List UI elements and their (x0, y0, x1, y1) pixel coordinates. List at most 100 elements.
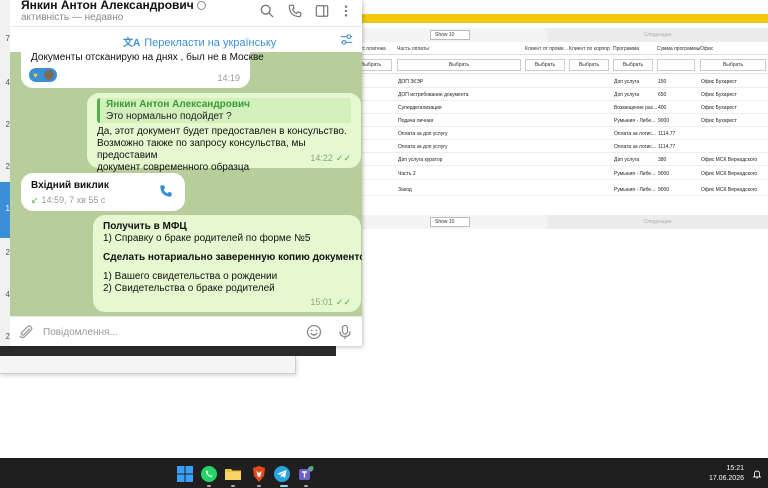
next-page-button[interactable]: Следующая (547, 215, 768, 229)
chat-list-item[interactable]: 4 (0, 290, 10, 299)
message-time-row: 14:22 ✓✓ (310, 152, 351, 164)
cell-program: Румыния - Либе... (614, 171, 656, 177)
running-indicator (207, 485, 211, 487)
sidebar-toggle-icon[interactable] (315, 4, 329, 18)
message-text: Документы отсканирую на днях , был не в … (31, 52, 264, 63)
table-row[interactable]: Часть 2 Румыния - Либе... 9000 Офис МСК … (360, 167, 768, 180)
table-row[interactable]: Оплата за доп услугу Оплата за логис... … (360, 140, 768, 153)
heart-reaction-icon: ♥ (33, 71, 38, 80)
column-header[interactable]: ус платежа (360, 46, 386, 52)
contact-name: Янкин Антон Александрович (21, 0, 194, 12)
outgoing-message[interactable]: Янкин Антон Александрович Это нормально … (87, 93, 361, 173)
table-row[interactable]: Оплата за доп услугу Оплата за логис... … (360, 127, 768, 140)
chat-list-item[interactable]: 2 (0, 248, 10, 257)
brave-browser-icon[interactable] (250, 465, 268, 483)
table-header-row: ус платежа Часть оплаты Клиент от проме.… (360, 43, 768, 55)
notification-bell-icon[interactable] (752, 469, 762, 479)
cell-payment-part: Часть 2 (398, 171, 416, 177)
call-details: 14:59, 7 хв 55 с (41, 195, 106, 205)
filter-select[interactable]: Выбрать (700, 59, 766, 71)
incoming-message[interactable]: Документы отсканирую на днях , был не в … (21, 52, 264, 88)
chat-list-item[interactable]: 4 (0, 78, 10, 87)
message-input[interactable] (43, 322, 293, 342)
paperclip-icon[interactable] (18, 324, 34, 340)
cell-payment-part: ДОП истребование документа (398, 92, 469, 98)
show-entries-select[interactable]: Show 10 (430, 217, 470, 227)
message-line: 1) Вашего свидетельства о рождении (103, 271, 278, 282)
column-header[interactable]: Часть оплаты (397, 46, 429, 52)
windows-start-icon[interactable] (176, 465, 194, 483)
whatsapp-icon[interactable] (200, 465, 218, 483)
running-indicator (304, 485, 308, 487)
cell-payment-part: Оплата за доп услугу (398, 131, 448, 137)
running-indicator (231, 485, 235, 487)
reply-quote[interactable]: Янкин Антон Александрович Это нормально … (97, 98, 351, 123)
phone-icon[interactable] (288, 4, 302, 18)
message-area[interactable]: Документы отсканирую на днях , был не в … (10, 52, 362, 316)
system-clock[interactable]: 15:21 17.06.2026 (700, 464, 744, 484)
cell-office: Офис МСК Вернадского (701, 157, 758, 163)
translate-settings-icon[interactable] (340, 33, 353, 46)
outgoing-message[interactable]: Получить в МФЦ 1) Справку о браке родите… (93, 215, 362, 312)
clock-date: 17.06.2026 (708, 475, 744, 482)
microphone-icon[interactable] (337, 324, 353, 340)
teams-icon[interactable] (297, 465, 315, 483)
incoming-call-message[interactable]: Вхідний виклик ↙ 14:59, 7 хв 55 с (21, 173, 185, 211)
read-check-icon: ✓✓ (335, 153, 351, 163)
column-header[interactable]: Клиент от проме... (525, 46, 568, 52)
contact-name-row[interactable]: Янкин Антон Александрович (21, 0, 206, 12)
cell-office: Офис МСК Вернадского (701, 171, 758, 177)
file-explorer-icon[interactable] (224, 465, 242, 483)
table-row[interactable]: ДОП ЗКЭР Доп услуга 150 Офис Бухарест (360, 75, 768, 88)
reactor-avatar (44, 70, 54, 80)
show-entries-select[interactable]: Show 10 (430, 30, 470, 40)
filter-input[interactable] (657, 59, 695, 71)
cell-sum: 9000 (658, 118, 670, 124)
spreadsheet-topbar (360, 0, 768, 14)
chat-list-item[interactable]: 2 (0, 120, 10, 129)
cell-payment-part: Доп услуга куратор (398, 157, 443, 163)
table-row[interactable]: Подача личная Румыния - Либе... 9000 Офи… (360, 114, 768, 127)
taskbar: 15:21 17.06.2026 (0, 460, 768, 488)
call-back-phone-icon[interactable] (159, 184, 173, 198)
more-menu-icon[interactable] (339, 4, 353, 18)
call-title: Вхідний виклик (31, 180, 109, 191)
next-page-button[interactable]: Следующая (547, 28, 768, 42)
table-row[interactable]: ДОП истребование документа Доп услуга 65… (360, 88, 768, 101)
filter-select[interactable]: Выбрать (525, 59, 565, 71)
chat-list-item[interactable]: 2 (0, 162, 10, 171)
chat-list-item[interactable]: 7 (0, 34, 10, 43)
table-row[interactable]: Супердегализация Возмещение рас... 400 О… (360, 101, 768, 114)
chat-list-item-active[interactable]: 1 (0, 182, 10, 238)
table-filter-row: Выбрать Выбрать Выбрать Выбрать Выбрать … (350, 56, 768, 74)
cell-program: Румыния - Либе... (614, 187, 656, 193)
cell-program: Доп услуга (614, 79, 640, 85)
message-text: Да, этот документ будет предоставлен в к… (97, 126, 347, 173)
message-time: 14:19 (217, 73, 240, 83)
quote-text: Это нормально подойдет ? (106, 111, 232, 122)
message-time: 14:22 (310, 153, 333, 163)
cell-office: Офис МСК Вернадского (701, 187, 758, 193)
column-header[interactable]: Клиент по корпор (569, 46, 610, 52)
cell-program: Оплата за логис... (614, 144, 657, 150)
telegram-icon[interactable] (273, 465, 291, 483)
table-row[interactable]: Заход Румыния - Либе... 9000 Офис МСК Ве… (360, 183, 768, 196)
reaction-chip[interactable]: ♥ (29, 68, 57, 82)
filter-select[interactable]: Выбрать (613, 59, 653, 71)
table-row[interactable]: Доп услуга куратор Доп услуга 380 Офис М… (360, 153, 768, 166)
column-header[interactable]: Офис (700, 46, 713, 52)
column-header[interactable]: Программа (613, 46, 639, 52)
chat-list-item[interactable]: 2 (0, 332, 10, 341)
call-details-row: ↙ 14:59, 7 хв 55 с (31, 194, 105, 206)
pager-top: Show 10 Следующая (360, 28, 768, 42)
emoji-icon[interactable] (306, 324, 322, 340)
telegram-window: 7 4 2 2 2 4 2 1 Янкин Антон Александрови… (0, 0, 362, 346)
translate-bar: 文A Перекласти на українську (10, 26, 362, 52)
search-icon[interactable] (260, 4, 274, 18)
cell-sum: 380 (658, 157, 667, 163)
column-header[interactable]: Сумма программы (657, 46, 700, 52)
filter-select[interactable]: Выбрать (397, 59, 521, 71)
filter-select[interactable]: Выбрать (569, 59, 609, 71)
translate-button[interactable]: 文A Перекласти на українську (123, 34, 276, 49)
cell-sum: 9000 (658, 187, 670, 193)
